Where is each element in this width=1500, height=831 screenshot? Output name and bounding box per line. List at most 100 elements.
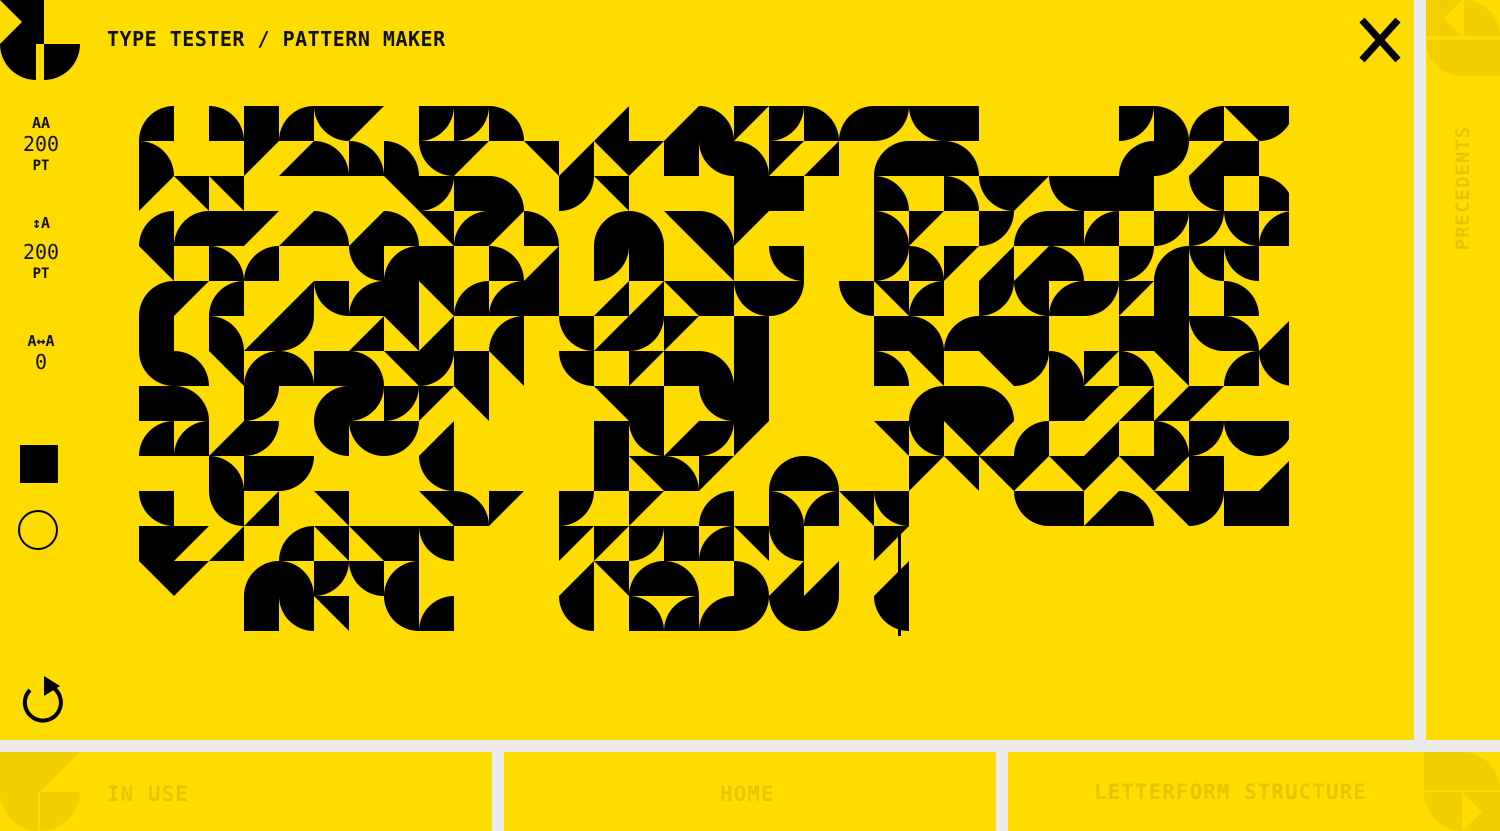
pattern-tile — [139, 106, 174, 141]
pattern-tile — [629, 281, 664, 316]
in-use-tab[interactable]: IN USE — [0, 752, 492, 831]
pattern-tile — [1224, 211, 1259, 246]
pattern-tile — [1224, 246, 1259, 281]
tracking-control[interactable]: A↔A 0 — [0, 332, 82, 374]
pattern-tile — [419, 211, 454, 246]
pattern-tile — [454, 176, 489, 211]
pattern-tile — [559, 176, 594, 211]
pattern-tile — [1259, 351, 1289, 386]
leading-value: 200 — [22, 240, 60, 264]
leading-control[interactable]: ↕A 200 PT — [0, 214, 82, 284]
pattern-tile — [944, 176, 979, 211]
pattern-tile — [874, 316, 909, 351]
pattern-tile — [1014, 176, 1049, 211]
pattern-tile — [629, 491, 664, 526]
pattern-tile — [279, 596, 314, 631]
pattern-tile — [139, 141, 174, 176]
pattern-tile — [1084, 176, 1119, 211]
circle-shape-icon[interactable] — [18, 510, 58, 550]
pattern-tile — [174, 386, 209, 421]
pattern-tile — [419, 596, 454, 631]
precedents-tab[interactable]: PRECEDENTS — [1426, 0, 1500, 740]
pattern-tile — [664, 106, 699, 141]
pattern-tile — [1189, 386, 1224, 421]
pattern-tile — [1259, 106, 1289, 141]
pattern-tile — [1154, 316, 1189, 351]
letterform-structure-tab[interactable]: LETTERFORM STRUCTURE — [1008, 752, 1500, 831]
page-title: TYPE TESTER / PATTERN MAKER — [107, 27, 446, 51]
pattern-tile — [139, 526, 174, 561]
pattern-tile — [734, 526, 769, 561]
close-icon[interactable] — [1356, 14, 1404, 66]
reset-icon[interactable] — [16, 672, 66, 726]
pattern-tile — [769, 596, 804, 631]
pattern-tile — [1224, 316, 1259, 351]
pattern-tile — [314, 596, 349, 631]
pattern-tile — [909, 456, 944, 491]
pattern-tile — [349, 281, 384, 316]
home-label: HOME — [720, 782, 775, 806]
pattern-tile — [559, 316, 594, 351]
pattern-tile — [419, 421, 454, 456]
pattern-tile — [314, 106, 349, 141]
pattern-tile — [209, 176, 244, 211]
pattern-tile — [314, 281, 349, 316]
pattern-tile — [1084, 281, 1119, 316]
pattern-tile — [944, 456, 979, 491]
pattern-tile — [244, 316, 279, 351]
pattern-tile — [1189, 456, 1224, 491]
pattern-tile — [734, 176, 769, 211]
pattern-tile — [1084, 456, 1119, 491]
pattern-tile — [909, 141, 944, 176]
pattern-tile — [454, 211, 489, 246]
pattern-tile — [804, 491, 839, 526]
pattern-tile — [944, 386, 979, 421]
pattern-tile — [349, 211, 384, 246]
home-tab[interactable]: HOME — [504, 752, 996, 831]
pattern-tile — [349, 561, 384, 596]
pattern-tile — [1049, 491, 1084, 526]
pattern-tile — [1154, 211, 1189, 246]
pattern-tile — [314, 141, 349, 176]
pattern-tile — [1224, 281, 1259, 316]
pattern-tile — [874, 421, 909, 456]
pattern-tile — [594, 526, 629, 561]
pattern-tile — [314, 386, 349, 421]
pattern-tile — [174, 211, 209, 246]
pattern-tile — [734, 106, 769, 141]
pattern-tile — [734, 141, 769, 176]
pattern-tile — [699, 596, 734, 631]
font-size-unit: PT — [32, 158, 50, 174]
pattern-tile — [1119, 141, 1154, 176]
pattern-tile — [454, 141, 489, 176]
font-size-control[interactable]: AA 200 PT — [0, 114, 82, 176]
pattern-tile — [1224, 106, 1259, 141]
pattern-tile — [1154, 141, 1189, 176]
pattern-tile — [174, 526, 209, 561]
pattern-tile — [1224, 421, 1259, 456]
pattern-tile — [1189, 106, 1224, 141]
pattern-tile — [489, 351, 524, 386]
pattern-tile — [874, 491, 909, 526]
pattern-tile — [279, 316, 314, 351]
pattern-tile — [1014, 351, 1049, 386]
pattern-tile — [839, 281, 874, 316]
pattern-tile — [279, 561, 314, 596]
square-shape-icon[interactable] — [20, 445, 58, 483]
pattern-tile — [944, 141, 979, 176]
pattern-tile — [1154, 386, 1189, 421]
pattern-tile — [874, 141, 909, 176]
font-size-value: 200 — [22, 132, 60, 156]
pattern-tile — [244, 211, 279, 246]
pattern-tile — [244, 421, 279, 456]
pattern-tile — [209, 491, 244, 526]
pattern-tile — [699, 211, 734, 246]
pattern-tile — [664, 596, 699, 631]
pattern-tile — [1189, 491, 1224, 526]
pattern-tile — [594, 561, 629, 596]
pattern-tile — [1154, 491, 1189, 526]
pattern-tile — [769, 141, 804, 176]
pattern-tile — [244, 561, 279, 596]
font-size-icon: AA — [31, 114, 51, 132]
pattern-canvas[interactable] — [139, 106, 1289, 631]
